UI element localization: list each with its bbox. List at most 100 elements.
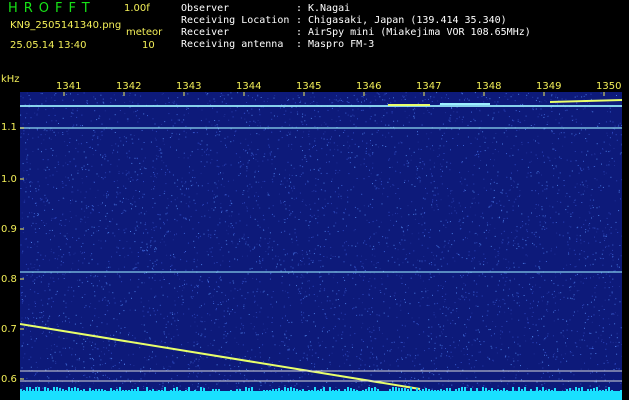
noise-speck xyxy=(89,386,91,388)
noise-speck xyxy=(466,258,468,260)
noise-speck xyxy=(595,353,597,354)
noise-speck xyxy=(557,284,559,286)
noise-speck xyxy=(545,185,547,186)
noise-speck xyxy=(521,144,523,145)
noise-speck xyxy=(378,314,380,316)
noise-speck xyxy=(400,208,402,210)
noise-speck xyxy=(487,304,489,306)
noise-speck xyxy=(247,292,249,294)
noise-speck xyxy=(187,342,189,343)
noise-speck xyxy=(308,237,310,239)
noise-speck xyxy=(449,345,451,346)
noise-speck xyxy=(331,119,333,120)
noise-speck xyxy=(30,382,32,384)
noise-speck xyxy=(375,188,377,190)
noise-speck xyxy=(26,158,28,160)
noise-speck xyxy=(179,385,181,387)
noise-speck xyxy=(246,175,247,177)
noise-speck xyxy=(441,138,443,140)
noise-speck xyxy=(172,360,174,362)
noise-speck xyxy=(512,209,514,211)
noise-speck xyxy=(249,268,251,270)
noise-speck xyxy=(397,213,399,215)
noise-speck xyxy=(213,201,215,203)
noise-speck xyxy=(83,367,85,369)
noise-speck xyxy=(81,208,83,210)
noise-speck xyxy=(165,327,167,328)
noise-speck xyxy=(348,351,350,353)
noise-speck xyxy=(563,358,564,359)
noise-speck xyxy=(71,381,73,383)
noise-speck xyxy=(128,173,130,175)
noise-speck xyxy=(594,287,596,289)
noise-speck xyxy=(141,130,143,131)
noise-speck xyxy=(106,270,108,272)
noise-speck xyxy=(402,249,404,250)
noise-speck xyxy=(378,146,379,148)
noise-speck xyxy=(258,181,260,183)
noise-speck xyxy=(499,216,500,218)
noise-speck xyxy=(561,354,563,356)
noise-speck xyxy=(418,334,420,335)
noise-speck xyxy=(120,327,122,329)
noise-speck xyxy=(37,168,39,170)
noise-speck xyxy=(299,377,301,379)
noise-speck xyxy=(596,228,598,230)
noise-speck xyxy=(586,186,588,188)
noise-speck xyxy=(34,375,36,377)
noise-speck xyxy=(242,325,244,327)
noise-speck xyxy=(49,129,51,131)
noise-speck xyxy=(554,302,556,304)
noise-speck xyxy=(277,244,279,246)
noise-speck xyxy=(396,207,398,209)
noise-speck xyxy=(297,264,299,266)
noise-speck xyxy=(52,149,54,151)
noise-speck xyxy=(118,368,120,370)
noise-speck xyxy=(216,131,218,133)
noise-speck xyxy=(146,250,148,252)
noise-speck xyxy=(81,134,83,136)
noise-speck xyxy=(542,372,544,374)
noise-speck xyxy=(284,221,286,223)
noise-speck xyxy=(81,167,83,169)
noise-speck xyxy=(349,120,351,122)
noise-speck xyxy=(247,144,249,146)
noise-speck xyxy=(360,164,362,166)
noise-speck xyxy=(117,145,119,147)
observer-key: Observer xyxy=(181,3,230,14)
noise-speck xyxy=(541,296,543,298)
noise-speck xyxy=(459,340,460,342)
noise-speck xyxy=(250,323,252,324)
noise-speck xyxy=(471,111,472,113)
noise-speck xyxy=(267,98,269,100)
noise-speck xyxy=(414,107,416,109)
noise-speck xyxy=(541,228,543,230)
noise-speck xyxy=(293,167,295,169)
noise-speck xyxy=(462,288,464,290)
noise-speck xyxy=(583,251,585,253)
noise-speck xyxy=(66,239,68,240)
noise-speck xyxy=(430,277,432,278)
spectrogram-plot[interactable] xyxy=(20,92,622,400)
noise-speck xyxy=(442,306,444,308)
noise-speck xyxy=(186,389,188,390)
noise-speck xyxy=(181,181,183,183)
noise-speck xyxy=(27,133,29,135)
noise-speck xyxy=(353,94,355,96)
noise-speck xyxy=(69,211,71,213)
noise-speck xyxy=(91,165,93,167)
noise-speck xyxy=(308,224,310,226)
noise-speck xyxy=(227,233,229,235)
noise-speck xyxy=(257,204,259,206)
noise-speck xyxy=(244,112,246,114)
noise-speck xyxy=(412,360,414,362)
noise-speck xyxy=(378,327,380,329)
noise-speck xyxy=(612,249,613,251)
noise-speck xyxy=(105,240,107,242)
noise-speck xyxy=(579,217,581,219)
noise-speck xyxy=(91,234,93,236)
noise-speck xyxy=(61,224,62,226)
noise-speck xyxy=(81,201,83,203)
noise-speck xyxy=(473,267,475,269)
noise-speck xyxy=(410,242,412,244)
